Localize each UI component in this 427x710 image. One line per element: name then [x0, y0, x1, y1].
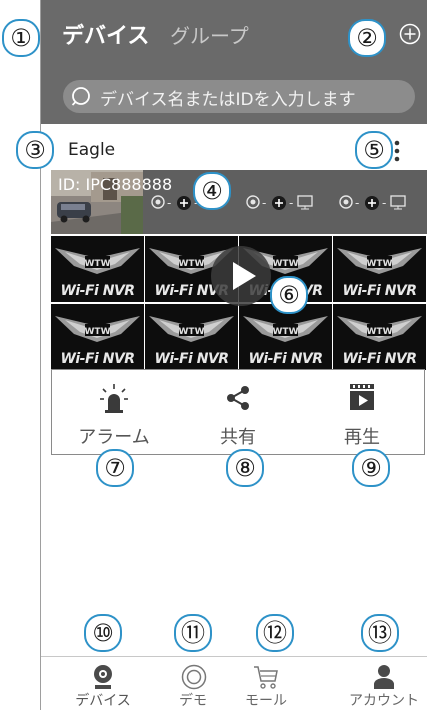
svg-text:-: -: [289, 196, 293, 210]
device-actions: アラーム 共有 再生: [51, 369, 425, 455]
svg-text:WTW: WTW: [273, 259, 299, 269]
playback-label: 再生: [344, 427, 380, 448]
alarm-light-icon: [100, 384, 128, 413]
svg-text:WTW: WTW: [367, 327, 393, 337]
callout-8: ⑧: [226, 449, 264, 487]
camera-tile[interactable]: WTW Wi-Fi NVR: [51, 304, 144, 370]
demo-circle-icon: [181, 664, 207, 690]
camera-tile-label: Wi-Fi NVR: [154, 351, 229, 367]
svg-text:-: -: [262, 196, 266, 210]
callout-2: ②: [348, 19, 386, 57]
svg-text:-: -: [355, 196, 359, 210]
camera-tile-label: Wi-Fi NVR: [60, 351, 135, 367]
camera-tile[interactable]: WTW Wi-Fi NVR: [333, 236, 426, 302]
svg-text:WTW: WTW: [367, 259, 393, 269]
tab-devices[interactable]: デバイス: [62, 18, 149, 50]
search-icon: [71, 87, 90, 106]
playback-icon: [350, 384, 374, 410]
svg-text:WTW: WTW: [179, 327, 205, 337]
callout-10: ⑩: [84, 614, 122, 652]
share-label: 共有: [220, 427, 256, 448]
alarm-label: アラーム: [78, 427, 150, 448]
play-icon: [233, 262, 256, 290]
nav-account[interactable]: アカウント: [339, 662, 427, 710]
webcam-icon: [94, 665, 112, 689]
camera-tile-label: Wi-Fi NVR: [248, 351, 323, 367]
person-icon: [374, 665, 394, 689]
share-icon: [227, 386, 249, 410]
share-button[interactable]: 共有: [176, 370, 300, 454]
nav-account-label: アカウント: [349, 693, 419, 709]
alarm-button[interactable]: アラーム: [52, 370, 176, 454]
nav-mall-label: モール: [245, 693, 287, 709]
nav-devices[interactable]: デバイス: [58, 662, 148, 710]
callout-13: ⑬: [361, 614, 399, 652]
callout-6: ⑥: [270, 276, 308, 314]
callout-12: ⑫: [256, 614, 294, 652]
callout-4: ④: [193, 172, 231, 210]
device-id: ID: IPC888888: [58, 175, 173, 194]
plus-circle-icon[interactable]: [399, 23, 421, 45]
camera-tile[interactable]: WTW Wi-Fi NVR: [333, 304, 426, 370]
camera-tile[interactable]: WTW Wi-Fi NVR: [51, 236, 144, 302]
device-name[interactable]: Eagle: [68, 140, 115, 160]
callout-3: ③: [16, 131, 54, 169]
svg-text:-: -: [382, 196, 386, 210]
svg-text:WTW: WTW: [179, 259, 205, 269]
channel-status-3: - -: [339, 195, 406, 210]
more-vertical-icon[interactable]: [393, 139, 401, 163]
nav-devices-label: デバイス: [75, 693, 131, 709]
svg-text:WTW: WTW: [273, 327, 299, 337]
callout-5: ⑤: [355, 131, 393, 169]
callout-1: ①: [2, 19, 40, 57]
svg-text:-: -: [167, 196, 171, 210]
callout-11: ⑪: [174, 614, 212, 652]
callout-7: ⑦: [96, 449, 134, 487]
camera-tile-label: Wi-Fi NVR: [60, 283, 135, 299]
playback-button[interactable]: 再生: [300, 370, 424, 454]
search-input[interactable]: デバイス名またはIDを入力します: [63, 80, 415, 113]
tab-groups[interactable]: グループ: [170, 20, 249, 49]
play-button[interactable]: [211, 246, 271, 306]
bottom-nav-divider: [41, 656, 427, 657]
svg-text:WTW: WTW: [85, 327, 111, 337]
svg-text:WTW: WTW: [85, 259, 111, 269]
camera-tile-label: Wi-Fi NVR: [342, 351, 417, 367]
channel-status-2: - -: [246, 195, 313, 210]
cart-icon: [254, 666, 278, 689]
nav-mall[interactable]: モール: [221, 662, 311, 710]
camera-tile-label: Wi-Fi NVR: [342, 283, 417, 299]
search-placeholder: デバイス名またはIDを入力します: [100, 90, 356, 110]
callout-9: ⑨: [352, 449, 390, 487]
camera-tile[interactable]: WTW Wi-Fi NVR: [145, 304, 238, 370]
